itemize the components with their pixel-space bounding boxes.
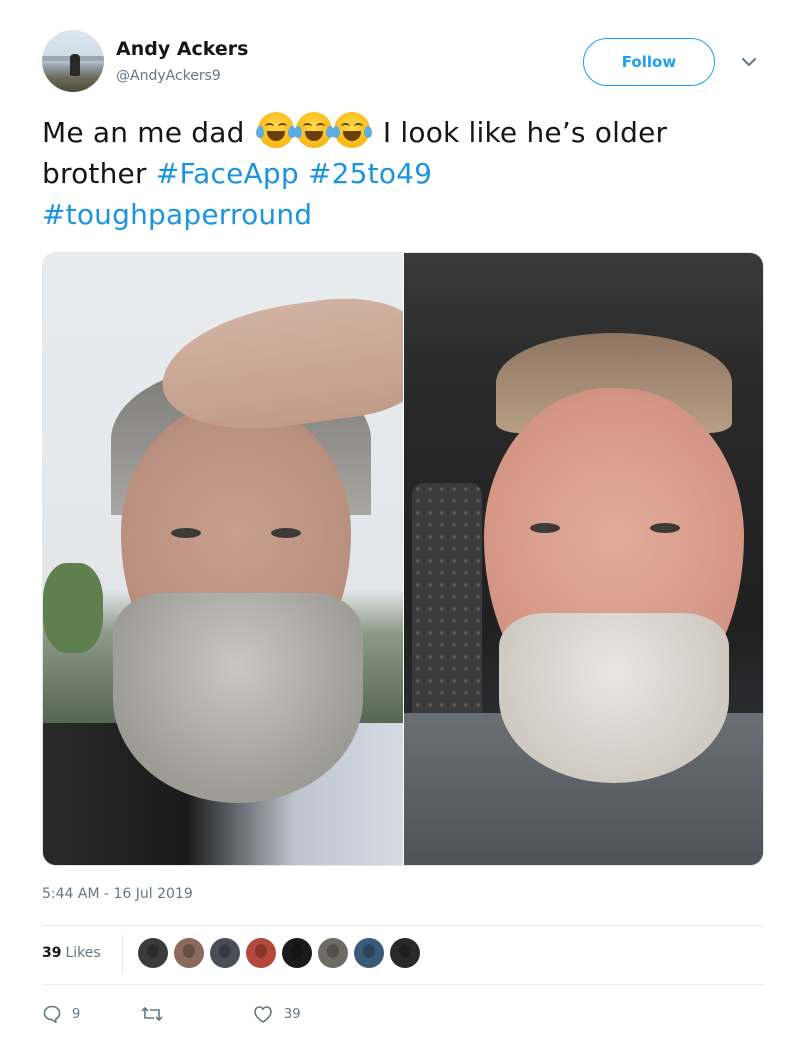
avatar-person — [70, 54, 80, 76]
liker-avatar[interactable] — [246, 938, 276, 968]
chevron-down-icon[interactable] — [740, 53, 758, 71]
emoji-group — [255, 112, 372, 148]
beard — [499, 613, 729, 783]
hashtag-link[interactable]: #toughpaperround — [42, 198, 312, 231]
author-handle[interactable]: @AndyAckers9 — [116, 68, 221, 84]
hashtag-link[interactable]: #25to49 — [308, 157, 432, 190]
liker-avatar[interactable] — [390, 938, 420, 968]
tears-of-joy-emoji-icon — [293, 112, 334, 148]
liker-avatar[interactable] — [354, 938, 384, 968]
like-button[interactable]: 39 — [252, 1004, 301, 1024]
likes-count: 39 — [42, 945, 62, 961]
tweet-card: Andy Ackers @AndyAckers9 Follow Me an me… — [0, 0, 801, 1050]
tears-of-joy-emoji-icon — [331, 112, 372, 148]
liker-avatar[interactable] — [210, 938, 240, 968]
liker-avatar[interactable] — [138, 938, 168, 968]
tweet-actions: 9 39 — [42, 1004, 442, 1034]
reply-count: 9 — [72, 1006, 81, 1022]
likes-separator — [122, 934, 123, 974]
reply-icon — [42, 1004, 62, 1024]
tweet-media[interactable] — [42, 252, 764, 866]
retweet-button[interactable] — [140, 1004, 174, 1024]
background-tree — [43, 563, 103, 653]
eyes — [524, 523, 704, 533]
divider — [42, 984, 764, 985]
beard — [113, 593, 363, 803]
photo-left[interactable] — [43, 253, 403, 865]
reply-button[interactable]: 9 — [42, 1004, 80, 1024]
tears-of-joy-emoji-icon — [255, 112, 296, 148]
heart-icon — [252, 1004, 274, 1024]
likes-label: Likes — [65, 945, 101, 961]
retweet-icon — [140, 1004, 164, 1024]
hashtag-link[interactable]: #FaceApp — [156, 157, 299, 190]
author-name[interactable]: Andy Ackers — [116, 38, 249, 60]
photo-right[interactable] — [404, 253, 763, 865]
liker-avatar[interactable] — [174, 938, 204, 968]
tweet-text: Me an me dad I look like he’s older brot… — [42, 112, 772, 235]
like-count: 39 — [284, 1006, 301, 1022]
liker-avatar[interactable] — [282, 938, 312, 968]
car-seat — [412, 483, 482, 743]
liker-avatars — [138, 938, 420, 968]
eyes — [163, 528, 323, 538]
liker-avatar[interactable] — [318, 938, 348, 968]
likes-row: 39 Likes — [42, 926, 764, 984]
tweet-timestamp[interactable]: 5:44 AM - 16 Jul 2019 — [42, 886, 193, 902]
likes-link[interactable]: 39 Likes — [42, 945, 101, 961]
author-avatar[interactable] — [42, 30, 104, 92]
follow-button[interactable]: Follow — [583, 38, 715, 86]
tweet-text-part: Me an me dad — [42, 116, 245, 149]
